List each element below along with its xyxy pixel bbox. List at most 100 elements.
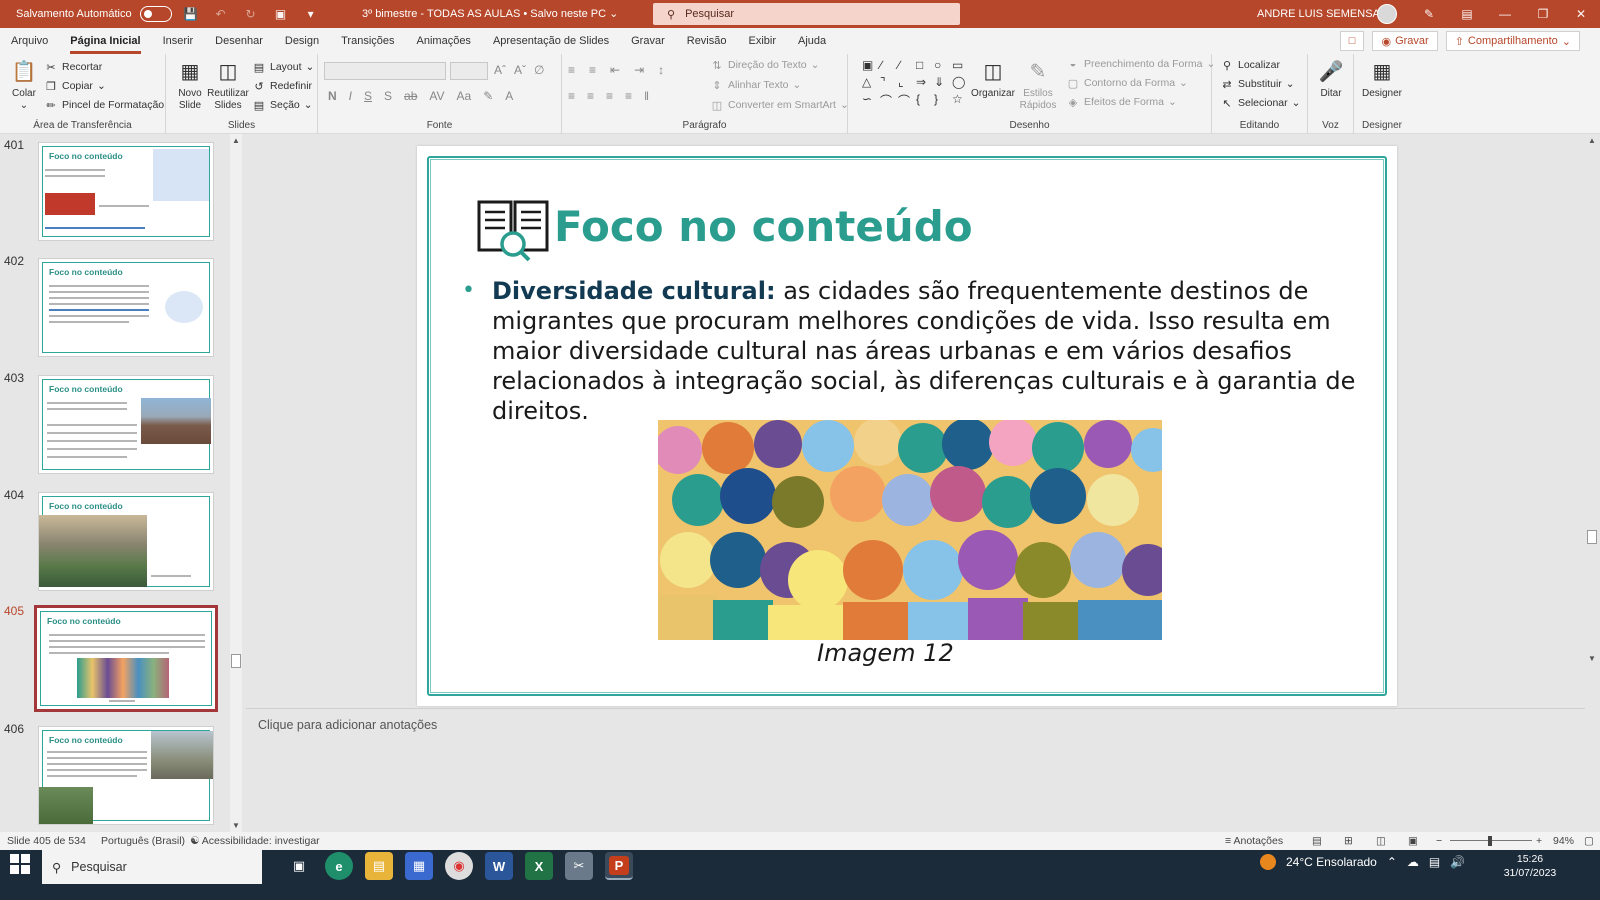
slide-thumbnail-402[interactable]: Foco no conteúdo: [38, 258, 214, 357]
taskbar-clock[interactable]: 15:26 31/07/2023: [1500, 852, 1560, 880]
file-explorer-icon[interactable]: ▤: [365, 852, 393, 880]
tab-gravar[interactable]: Gravar: [620, 28, 676, 54]
customize-qat-icon[interactable]: ▾: [300, 3, 322, 25]
accessibility-status[interactable]: ☯ Acessibilidade: investigar: [190, 835, 320, 847]
align-right-icon[interactable]: ≡: [606, 89, 613, 103]
comments-button[interactable]: □: [1339, 31, 1365, 51]
taskbar-search[interactable]: ⚲ Pesquisar: [42, 850, 262, 884]
clear-format-icon[interactable]: ∅: [534, 63, 544, 77]
zoom-out-icon[interactable]: −: [1436, 835, 1442, 847]
thumbnail-scrollbar[interactable]: ▲ ▼: [230, 134, 242, 832]
user-name[interactable]: ANDRE LUIS SEMENSATO: [1257, 8, 1394, 20]
tab-revisao[interactable]: Revisão: [676, 28, 738, 54]
zoom-level[interactable]: 94%: [1553, 835, 1574, 847]
tab-apresentacao[interactable]: Apresentação de Slides: [482, 28, 620, 54]
dictate-button[interactable]: 🎤 Ditar: [1314, 58, 1348, 100]
slide-body-text[interactable]: • Diversidade cultural: as cidades são f…: [462, 276, 1372, 426]
normal-view-icon[interactable]: ▤: [1312, 835, 1322, 847]
tab-animacoes[interactable]: Animações: [406, 28, 482, 54]
notes-toggle[interactable]: ≡ Anotações: [1225, 835, 1283, 847]
snipping-tool-icon[interactable]: ✂: [565, 852, 593, 880]
spacing-icon[interactable]: AV: [429, 89, 444, 103]
replace-button[interactable]: ⇄ Substituir ⌄: [1220, 77, 1294, 91]
shadow-icon[interactable]: S: [384, 89, 392, 103]
scroll-up-icon[interactable]: ▲: [232, 136, 240, 145]
zoom-slider-knob[interactable]: [1488, 836, 1492, 846]
zoom-in-icon[interactable]: +: [1536, 835, 1542, 847]
reuse-slides-button[interactable]: ◫ Reutilizar Slides: [207, 58, 249, 112]
scroll-down-icon[interactable]: ▼: [1588, 654, 1596, 663]
slide-thumbnail-406[interactable]: Foco no conteúdo: [38, 726, 214, 825]
font-family-select[interactable]: [324, 62, 446, 80]
task-view-icon[interactable]: ▣: [285, 852, 313, 880]
shape-effects-button[interactable]: ◈ Efeitos de Forma ⌄: [1066, 95, 1177, 109]
slide-thumbnail-405[interactable]: Foco no conteúdo: [34, 605, 218, 712]
windows-start-icon[interactable]: [10, 854, 30, 874]
chrome-icon[interactable]: ◉: [445, 852, 473, 880]
word-icon[interactable]: W: [485, 852, 513, 880]
reading-view-icon[interactable]: ◫: [1376, 835, 1386, 847]
cut-button[interactable]: ✂ Recortar: [44, 60, 102, 74]
align-center-icon[interactable]: ≡: [587, 89, 594, 103]
font-color-icon[interactable]: A: [505, 89, 513, 103]
find-button[interactable]: ⚲ Localizar: [1220, 58, 1280, 72]
slide-title[interactable]: Foco no conteúdo: [554, 202, 973, 251]
slide-sorter-icon[interactable]: ⊞: [1344, 835, 1353, 847]
columns-icon[interactable]: ‖: [644, 89, 649, 103]
underline-icon[interactable]: S: [364, 89, 372, 103]
copy-button[interactable]: ❐ Copiar ⌄: [44, 79, 106, 93]
justify-icon[interactable]: ≡: [625, 89, 632, 103]
decrease-indent-icon[interactable]: ⇤: [610, 63, 620, 77]
slide-thumbnail-404[interactable]: Foco no conteúdo: [38, 492, 214, 591]
strikethrough-icon[interactable]: ab: [404, 89, 417, 103]
onedrive-icon[interactable]: ☁: [1407, 855, 1419, 869]
increase-indent-icon[interactable]: ⇥: [634, 63, 644, 77]
slide-canvas[interactable]: Foco no conteúdo • Diversidade cultural:…: [417, 146, 1397, 706]
format-painter-button[interactable]: ✏ Pincel de Formatação: [44, 98, 164, 112]
ribbon-display-icon[interactable]: ▤: [1448, 0, 1486, 28]
arrange-button[interactable]: ◫ Organizar: [970, 58, 1016, 100]
select-button[interactable]: ↖ Selecionar ⌄: [1220, 96, 1300, 110]
powerpoint-icon[interactable]: P: [605, 852, 633, 880]
line-spacing-icon[interactable]: ↕: [658, 63, 664, 77]
weather-text[interactable]: 24°C Ensolarado: [1286, 855, 1377, 869]
maximize-icon[interactable]: ❐: [1524, 0, 1562, 28]
language-indicator[interactable]: Português (Brasil): [101, 835, 185, 847]
grow-font-icon[interactable]: Aˆ: [494, 63, 506, 77]
scroll-thumb[interactable]: [1587, 530, 1597, 544]
record-button[interactable]: ◉ Gravar: [1372, 31, 1438, 51]
present-icon[interactable]: ▣: [270, 3, 292, 25]
highlight-icon[interactable]: ✎: [483, 89, 493, 103]
close-icon[interactable]: ✕: [1562, 0, 1600, 28]
excel-icon[interactable]: X: [525, 852, 553, 880]
pen-icon[interactable]: ✎: [1410, 0, 1448, 28]
tab-transicoes[interactable]: Transições: [330, 28, 405, 54]
tab-design[interactable]: Design: [274, 28, 330, 54]
tab-ajuda[interactable]: Ajuda: [787, 28, 837, 54]
notes-pane[interactable]: Clique para adicionar anotações: [246, 708, 1585, 832]
shapes-gallery[interactable]: ▣ ∕ ∕ □ ○ ▭ △ ⌝ ⌞ ⇒ ⇓ ◯ ∽ ⌒ ⌒{} ☆: [862, 58, 974, 110]
undo-icon[interactable]: ↶: [210, 3, 232, 25]
tab-arquivo[interactable]: Arquivo: [0, 28, 59, 54]
search-box[interactable]: ⚲ Pesquisar: [653, 3, 960, 25]
network-icon[interactable]: ▤: [1429, 855, 1440, 869]
shape-fill-button[interactable]: ◒ Preenchimento da Forma ⌄: [1066, 57, 1216, 71]
slide-thumbnail-403[interactable]: Foco no conteúdo: [38, 375, 214, 474]
shrink-font-icon[interactable]: Aˇ: [514, 63, 526, 77]
slide-scrollbar[interactable]: ▲ ▼: [1585, 134, 1600, 694]
new-slide-button[interactable]: ▦ Novo Slide: [172, 58, 208, 112]
text-direction-button[interactable]: ⇅ Direção do Texto ⌄: [710, 58, 819, 72]
slide-thumbnail-401[interactable]: Foco no conteúdo: [38, 142, 214, 241]
share-button[interactable]: ⇧ Compartilhamento ⌄: [1445, 31, 1580, 51]
italic-icon[interactable]: I: [349, 89, 352, 103]
scroll-up-icon[interactable]: ▲: [1588, 136, 1596, 145]
tab-pagina-inicial[interactable]: Página Inicial: [59, 28, 151, 54]
tray-chevron-icon[interactable]: ⌃: [1387, 855, 1397, 869]
edge-icon[interactable]: e: [325, 852, 353, 880]
quick-styles-button[interactable]: ✎ Estilos Rápidos: [1016, 58, 1060, 112]
bold-icon[interactable]: N: [328, 89, 337, 103]
align-text-button[interactable]: ⇕ Alinhar Texto ⌄: [710, 78, 801, 92]
scroll-thumb[interactable]: [231, 654, 241, 668]
designer-button[interactable]: ▦ Designer: [1360, 58, 1404, 100]
save-icon[interactable]: 💾: [180, 3, 202, 25]
